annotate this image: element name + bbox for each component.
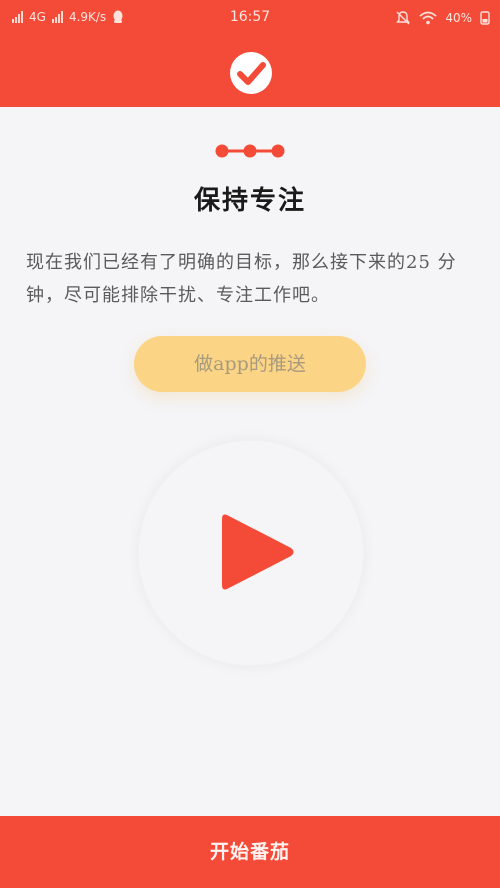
battery-level: 40% [445, 11, 472, 25]
status-bar: 4G 4.9K/s 16:57 40% [0, 0, 500, 34]
app-header: 4G 4.9K/s 16:57 40% [0, 0, 500, 107]
battery-icon [480, 11, 490, 25]
mute-bell-icon [396, 11, 411, 25]
push-notification-button[interactable]: 做app的推送 [134, 336, 366, 392]
description-text: 现在我们已经有了明确的目标，那么接下来的25 分钟，尽可能排除干扰、专注工作吧。 [26, 252, 457, 306]
start-tomato-button[interactable]: 开始番茄 [0, 816, 500, 888]
play-icon[interactable] [221, 511, 295, 593]
step-indicator [215, 144, 285, 158]
wifi-icon [419, 11, 437, 25]
status-right: 40% [395, 10, 490, 26]
page-title: 保持专注 [193, 186, 306, 216]
check-circle-icon [230, 52, 272, 94]
